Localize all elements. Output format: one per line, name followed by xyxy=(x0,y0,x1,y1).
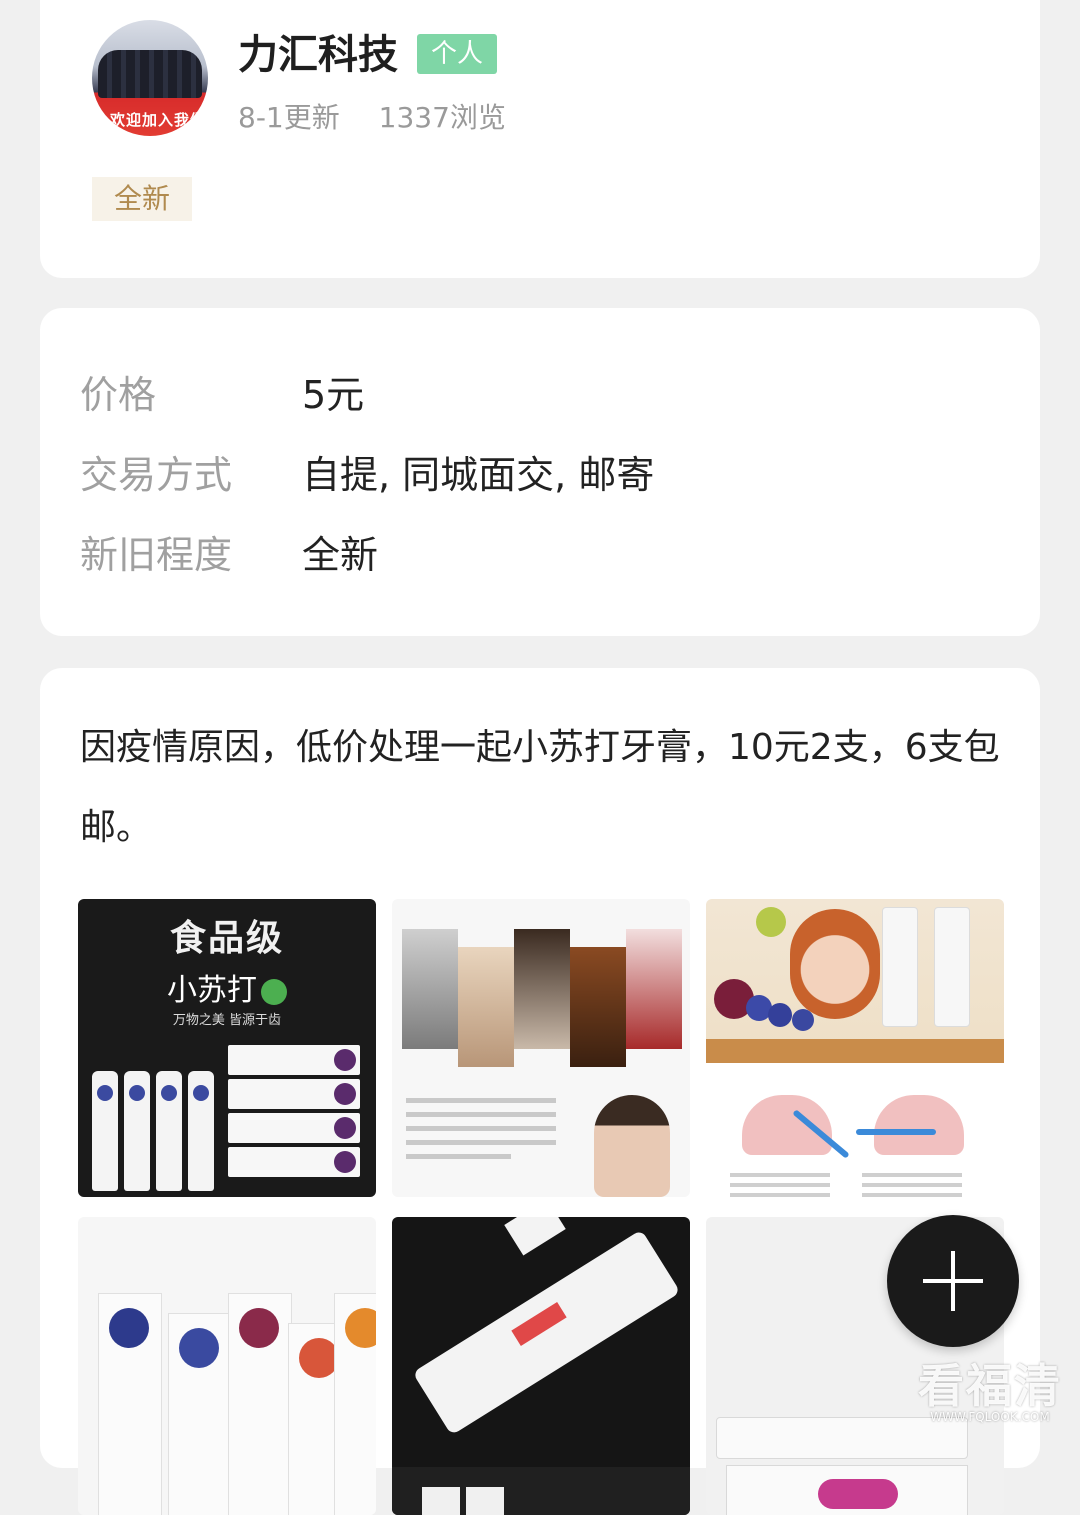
leaf-icon xyxy=(261,978,287,1005)
image1-brand: 小苏打 xyxy=(78,965,376,1009)
seller-avatar[interactable]: 欢迎加入我们 xyxy=(92,20,208,136)
description-card: 因疫情原因，低价处理一起小苏打牙膏，10元2支，6支包邮。 食品级 小苏打 万物… xyxy=(40,668,1040,1515)
toothpaste-tube xyxy=(124,1071,150,1191)
toothpaste-box xyxy=(422,1487,460,1515)
image1-slogan: 万物之美 皆源于齿 xyxy=(172,1013,282,1028)
description-text: 因疫情原因，低价处理一起小苏打牙膏，10元2支，6支包邮。 xyxy=(80,727,1000,848)
passionfruit-icon xyxy=(239,1308,279,1348)
fruit-icon xyxy=(792,1009,814,1031)
trade-method-label: 交易方式 xyxy=(80,453,233,497)
blueberry-icon xyxy=(179,1328,219,1368)
fruit-icon xyxy=(768,1003,792,1027)
personal-badge: 个人 xyxy=(417,34,498,74)
updated-date: 8-1更新 xyxy=(238,101,340,134)
cause-photo xyxy=(402,929,458,1049)
toothpaste-box xyxy=(228,1293,292,1515)
cause-photo xyxy=(514,929,570,1049)
product-image-2[interactable] xyxy=(392,899,690,1197)
product-image-5[interactable] xyxy=(392,1217,690,1515)
watermark-logo-text: 看福清 xyxy=(918,1359,1062,1413)
seller-name[interactable]: 力汇科技 xyxy=(238,22,398,80)
toothpaste-box xyxy=(228,1147,360,1177)
toothpaste-tube xyxy=(156,1071,182,1191)
brand-label xyxy=(818,1479,898,1509)
trade-method-value: 自提, 同城面交, 邮寄 xyxy=(302,453,655,497)
toothpaste-tube xyxy=(188,1071,214,1191)
toothpaste-box xyxy=(228,1079,360,1109)
plus-icon xyxy=(951,1251,955,1311)
avatar-banner-text: 欢迎加入我们 xyxy=(110,111,207,129)
seller-meta: 8-1更新 1337浏览 xyxy=(238,96,536,136)
watermark-url: WWW.FQLOOK.COM xyxy=(930,1410,1050,1424)
text-block xyxy=(406,1089,556,1168)
toothpaste-box xyxy=(228,1113,360,1143)
wooden-shelf xyxy=(706,1039,1004,1063)
seller-card[interactable]: 欢迎加入我们 力汇科技 个人 8-1更新 1337浏览 全新 xyxy=(40,0,1040,278)
blueberry-icon xyxy=(109,1308,149,1348)
fruit-icon xyxy=(756,907,786,937)
avatar-photo-people xyxy=(98,50,202,98)
product-image-4[interactable] xyxy=(78,1217,376,1515)
tube-cap xyxy=(504,1217,566,1256)
condition-tag: 全新 xyxy=(92,177,193,221)
image1-brand-text: 小苏打 xyxy=(167,973,257,1008)
cause-photo xyxy=(458,947,514,1067)
toothpaste-tube xyxy=(882,907,918,1027)
toothpaste-box xyxy=(466,1487,504,1515)
watermark: 看福清 WWW.FQLOOK.COM xyxy=(918,1350,1062,1424)
condition-label: 新旧程度 xyxy=(80,533,233,577)
toothpaste-box xyxy=(334,1293,376,1515)
teeth-diagram xyxy=(874,1095,964,1155)
product-image-3[interactable] xyxy=(706,899,1004,1197)
product-image-1[interactable]: 食品级 小苏打 万物之美 皆源于齿 xyxy=(78,899,376,1197)
toothbrush-icon xyxy=(856,1129,936,1135)
toothpaste-box xyxy=(98,1293,162,1515)
condition-value: 全新 xyxy=(302,533,379,577)
details-card: 价格 5元 交易方式 自提, 同城面交, 邮寄 新旧程度 全新 xyxy=(40,308,1040,636)
peach-icon xyxy=(299,1338,339,1378)
price-value: 5元 xyxy=(302,373,365,417)
smiling-woman-photo xyxy=(790,909,880,1019)
woman-covering-mouth-photo xyxy=(594,1095,670,1197)
price-label: 价格 xyxy=(80,373,157,417)
text-block xyxy=(730,1167,830,1197)
lower-photo xyxy=(392,1467,690,1515)
toothpaste-box xyxy=(168,1313,232,1515)
cause-photo xyxy=(570,947,626,1067)
toothpaste-tube xyxy=(934,907,970,1027)
cause-photo xyxy=(626,929,682,1049)
image1-title: 食品级 xyxy=(169,918,284,959)
toothpaste-tube xyxy=(92,1071,118,1191)
view-count: 1337浏览 xyxy=(378,101,506,134)
toothpaste-tube xyxy=(412,1229,681,1436)
add-post-button[interactable] xyxy=(887,1215,1019,1347)
orange-icon xyxy=(345,1308,376,1348)
teeth-diagram xyxy=(742,1095,832,1155)
toothpaste-box xyxy=(228,1045,360,1075)
text-block xyxy=(862,1167,962,1197)
